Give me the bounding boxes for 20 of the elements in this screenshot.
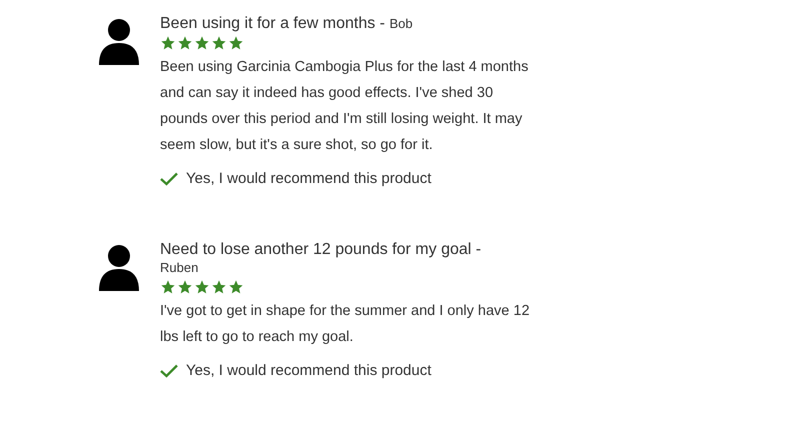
review-text: I've got to get in shape for the summer and I only have 12 lbs left to go to reach my goal. [160,302,531,346]
star-icon [160,35,176,51]
recommendation-text: Yes, I would recommend this product [186,360,432,380]
star-icon [177,35,193,51]
star-icon [194,35,210,51]
star-icon [211,278,227,294]
star-icon [194,278,210,294]
star-icon [211,35,227,51]
review-title: Need to lose another 12 pounds for my goal - [160,240,482,258]
star-icon [228,278,244,294]
star-icon [228,35,244,51]
recommendation-text: Yes, I would recommend this product [186,169,432,189]
person-avatar-icon [98,18,140,66]
star-icon [177,278,193,294]
review-author: Ruben [160,260,198,274]
review-author: Bob [389,16,413,31]
review-title: Been using it for a few months - [160,15,386,32]
star-icon [160,278,176,294]
person-avatar-icon [98,244,140,292]
review-text: Been using Garcinia Cambogia Plus for the last 4 months and can say it indeed has good effects. I've shed 30 pounds over this period and I'm still losing weight. It may seem slow, but it's a sure shot, so go for it. [160,58,530,155]
